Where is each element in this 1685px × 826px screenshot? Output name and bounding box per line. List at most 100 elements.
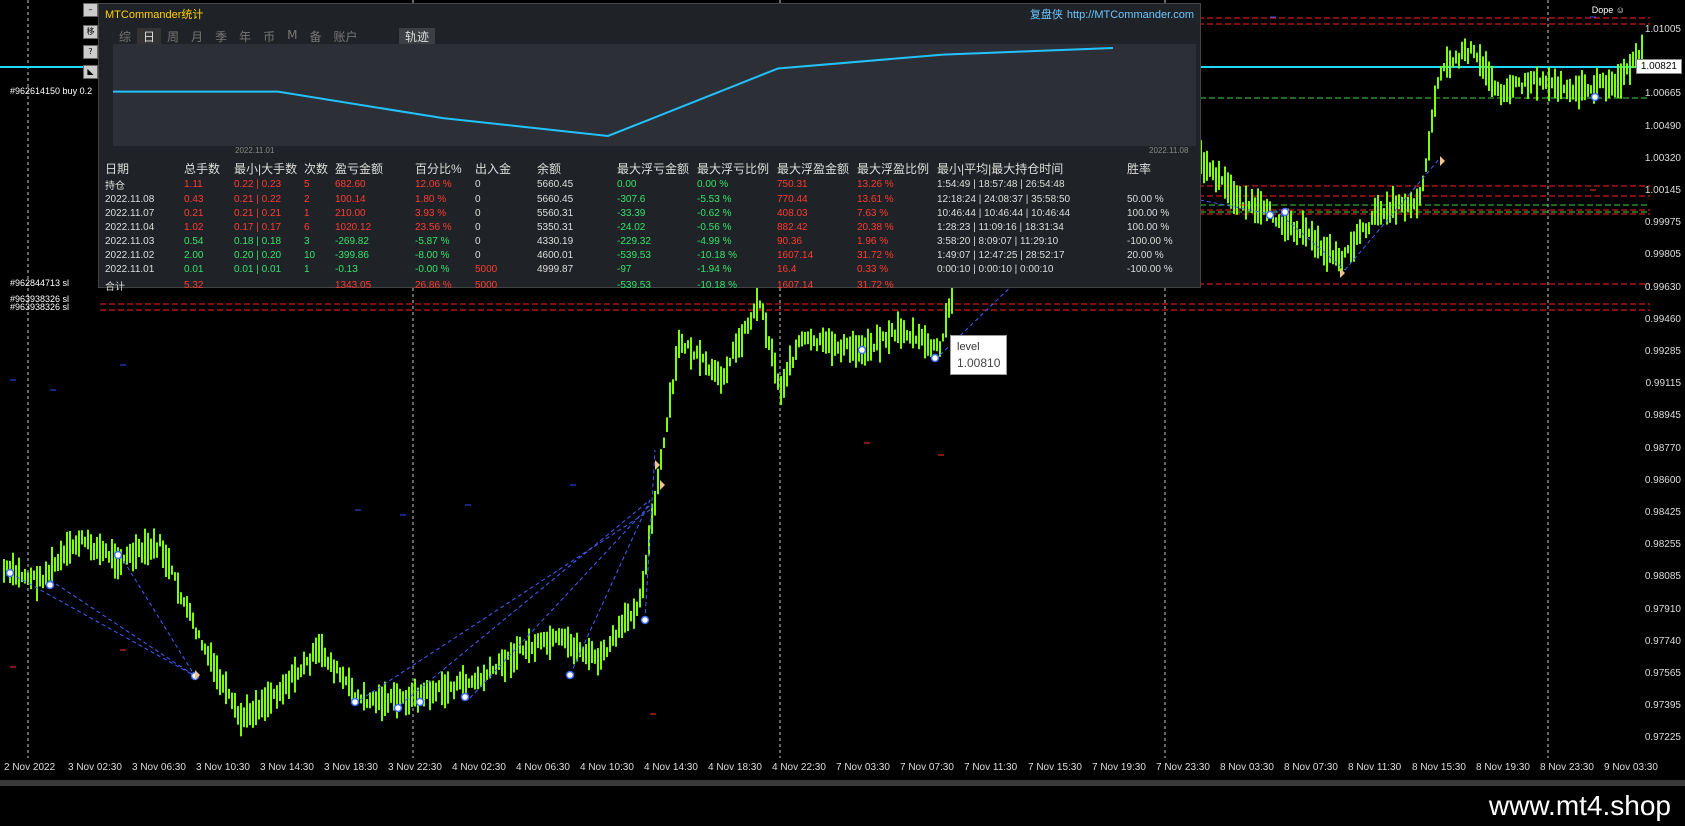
column-header: 百分比% [415,162,462,176]
table-cell: 1607.14 [777,280,814,291]
table-cell: 13.61 % [857,193,894,205]
table-cell: 0.00 % [697,179,729,190]
table-cell: 100.00 % [1127,207,1170,219]
table-cell: 1 [304,263,310,275]
table-cell [1127,276,1187,293]
entry-arrow [660,480,665,490]
time-tick-label: 8 Nov 15:30 [1412,762,1466,773]
price-tick-label: 1.00490 [1644,120,1681,132]
time-tick-label: 4 Nov 02:30 [452,762,506,773]
table-cell: 20.38 % [857,221,894,233]
table-cell: 31.72 % [857,249,894,261]
dope-label[interactable]: Dope ☺ [1592,5,1625,15]
tab-period[interactable]: 日 [137,28,162,45]
time-tick-label: 8 Nov 03:30 [1220,762,1274,773]
tab-period[interactable]: 账户 [327,28,363,45]
table-cell: -399.86 [335,249,369,261]
panel-title: MTCommander统计 [105,9,204,21]
table-cell: 2022.11.02 [105,249,155,261]
price-tick-label: 0.98600 [1644,474,1681,486]
time-tick-label: 3 Nov 22:30 [388,762,442,773]
tab-period[interactable]: M [281,28,303,45]
table-cell: 0 [475,221,481,233]
table-cell: 210.00 [335,207,366,219]
time-tick-label: 7 Nov 11:30 [964,762,1018,773]
trade-marker [1265,210,1275,220]
tab-period[interactable]: 季 [209,28,233,45]
table-cell: -5.87 % [415,235,450,247]
time-tick-label: 3 Nov 06:30 [132,762,186,773]
table-body: 持仓 1.11 0.22 | 0.23 5 682.60 12.06 % 0 5660.45 0… [105,177,1187,293]
table-cell: 100.14 [335,193,366,205]
time-tick-label: 8 Nov 11:30 [1348,762,1402,773]
table-header-row: 日期 总手数 最小|大手数 次数 盈亏金额 百分比% 出入金 余额 最大浮亏金额 最大浮亏比例 最大… [105,160,1187,177]
table-cell: 合计 [105,282,125,293]
tab-track[interactable]: 轨迹 [399,28,436,45]
table-cell [1127,177,1187,192]
table-cell: -1.94 % [697,263,732,275]
table-cell [537,276,617,293]
table-cell: -269.82 [335,235,369,247]
column-header: 日期 [105,162,130,176]
tab-period[interactable]: 备 [303,28,327,45]
price-tick-label: 0.99630 [1644,281,1681,293]
tab-period[interactable]: 周 [161,28,185,45]
panel-brand[interactable]: 复盘侠 http://MTCommander.com [1030,6,1194,22]
period-tabs: 综日周月季年币 M 备账户 [113,28,364,45]
tab-period[interactable]: 年 [233,28,257,45]
trade-marker [393,703,403,713]
tab-period[interactable]: 综 [113,28,137,45]
table-cell: 0.21 [184,207,204,219]
table-cell: 2022.11.03 [105,235,155,247]
table-cell: 0.18 | 0.18 [234,235,282,247]
table-cell: 0 [475,193,481,205]
tab-period[interactable]: 月 [185,28,209,45]
table-cell: 50.00 % [1127,193,1164,205]
trade-marker [460,692,470,702]
price-tick-label: 0.98425 [1644,507,1681,518]
table-cell: -539.53 [617,249,651,261]
table-cell: 100.00 % [1127,221,1170,233]
table-cell: -5.53 % [697,193,732,205]
column-header: 盈亏金额 [335,162,384,176]
table-cell: 1.02 [184,221,204,233]
table-cell: 0 [475,207,481,219]
table-cell: 10:46:44 | 10:46:44 | 10:46:44 [937,207,1071,219]
help-button[interactable]: ? [83,45,98,59]
equity-chart [112,44,1196,146]
table-cell: 12.06 % [415,179,452,190]
table-cell: 0.21 | 0.22 [234,193,282,205]
table-cell: 1020.12 [335,221,372,233]
table-cell: 4999.87 [537,263,574,275]
column-header: 最小|大手数 [234,162,298,176]
table-cell: 1:49:07 | 12:47:25 | 28:52:17 [937,249,1065,261]
price-tick-label: 1.00665 [1644,88,1681,100]
column-header: 最小|平均|最大持仓时间 [937,162,1064,176]
collapse-button[interactable]: ◣ [83,65,98,79]
table-cell: 5000 [475,280,498,291]
tab-period[interactable]: 币 [257,28,281,45]
table-cell: 2.00 [184,249,204,261]
trade-marker [930,353,940,363]
table-cell: -24.02 [617,221,646,233]
table-cell: 0.54 [184,235,204,247]
table-cell: -33.39 [617,207,646,219]
table-cell: 5000 [475,263,498,275]
table-cell [234,276,304,293]
table-cell: 4330.19 [537,235,574,247]
table-cell: 750.31 [777,179,808,190]
time-tick-label: 7 Nov 03:30 [836,762,890,773]
equity-end-date: 2022.11.08 [1149,146,1189,155]
price-tick-label: 0.99115 [1645,378,1681,390]
table-row: 2022.11.07 0.21 0.21 | 0.21 1 210.00 3.93 % 0 5… [105,206,1187,220]
price-tick-label: 1.00145 [1644,185,1681,196]
equity-curve-svg [112,46,1114,138]
time-tick-label: 4 Nov 18:30 [708,762,762,773]
minimize-button[interactable]: – [83,3,98,17]
column-header: 最大浮亏比例 [697,162,770,176]
brand-url[interactable]: http://MTCommander.com [1067,9,1194,21]
trade-marker [45,580,55,590]
brand-name: 复盘侠 [1029,9,1063,21]
time-tick-label: 7 Nov 07:30 [900,762,954,773]
move-button[interactable]: 移 [83,25,98,39]
